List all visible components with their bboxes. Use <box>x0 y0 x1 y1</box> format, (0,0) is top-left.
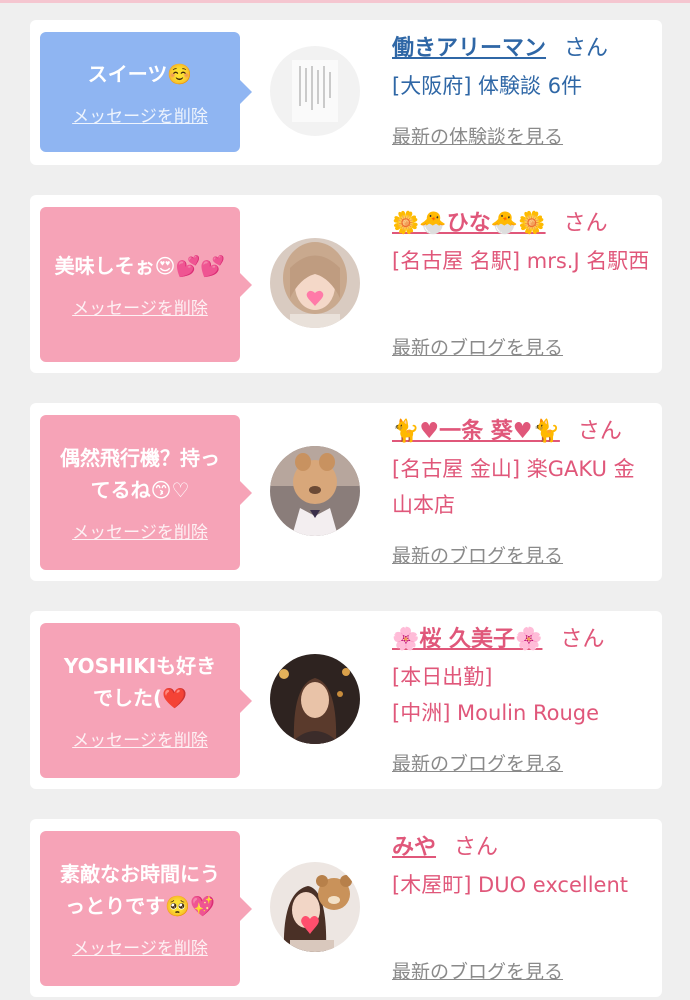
avatar[interactable] <box>270 862 360 952</box>
sender-info: 働きアリーマン さん [大阪府] 体験談 6件 <box>392 32 654 104</box>
sender-name[interactable]: 働きアリーマン <box>392 36 546 61</box>
latest-post-link[interactable]: 最新のブログを見る <box>392 749 563 776</box>
sender-detail: [名古屋 金山] 楽GAKU 金山本店 <box>392 457 635 517</box>
message-bubble: スイーツ☺️ メッセージを削除 <box>40 32 252 152</box>
sender-name[interactable]: みや <box>392 835 436 860</box>
avatar[interactable] <box>270 654 360 744</box>
message-bubble: 偶然飛行機？持ってるね😙♡ メッセージを削除 <box>40 415 252 570</box>
message-card: 美味しそぉ😍💕💕 メッセージを削除 🌼🐣ひな🐣🌼 さん [名古屋 名駅] mrs.… <box>30 195 662 373</box>
delete-message-link[interactable]: メッセージを削除 <box>72 102 208 127</box>
latest-post-link[interactable]: 最新のブログを見る <box>392 333 563 360</box>
delete-message-link[interactable]: メッセージを削除 <box>72 934 208 959</box>
avatar-image <box>270 654 360 744</box>
delete-message-link[interactable]: メッセージを削除 <box>72 726 208 751</box>
sender-detail: [中洲] Moulin Rouge <box>392 701 600 725</box>
sender-detail: [木屋町] DUO excellent <box>392 873 629 897</box>
message-card: YOSHIKIも好きでした(❤️ メッセージを削除 🌸桜 久美子🌸 さん [本日出… <box>30 611 662 789</box>
sender-info: 🌼🐣ひな🐣🌼 さん [名古屋 名駅] mrs.J 名駅西 <box>392 207 654 279</box>
avatar-image <box>270 46 360 136</box>
message-bubble: YOSHIKIも好きでした(❤️ メッセージを削除 <box>40 623 252 778</box>
honorific: さん <box>564 36 609 61</box>
sender-info: 🐈♥一条 葵♥🐈 さん [名古屋 金山] 楽GAKU 金山本店 <box>392 415 654 523</box>
message-bubble: 素敵なお時間にうっとりです🥺💖 メッセージを削除 <box>40 831 252 986</box>
avatar-image <box>270 862 360 952</box>
honorific: さん <box>560 627 605 652</box>
delete-message-link[interactable]: メッセージを削除 <box>72 518 208 543</box>
delete-message-link[interactable]: メッセージを削除 <box>72 294 208 319</box>
sender-info: みや さん [木屋町] DUO excellent <box>392 831 654 903</box>
message-text: スイーツ☺️ <box>87 61 193 86</box>
message-list: スイーツ☺️ メッセージを削除 働きアリーマン さん [大阪府] 体験談 6件 … <box>30 20 662 997</box>
sender-name[interactable]: 🌼🐣ひな🐣🌼 <box>392 211 546 236</box>
latest-post-link[interactable]: 最新のブログを見る <box>392 957 563 984</box>
latest-post-link[interactable]: 最新の体験談を見る <box>392 122 563 149</box>
sender-name[interactable]: 🐈♥一条 葵♥🐈 <box>392 419 560 444</box>
message-bubble: 美味しそぉ😍💕💕 メッセージを削除 <box>40 207 252 362</box>
top-divider <box>0 0 690 3</box>
message-card: 偶然飛行機？持ってるね😙♡ メッセージを削除 🐈♥一条 葵♥🐈 さん [名古屋 金… <box>30 403 662 581</box>
latest-post-link[interactable]: 最新のブログを見る <box>392 541 563 568</box>
avatar[interactable] <box>270 446 360 536</box>
avatar-image <box>270 446 360 536</box>
message-card: スイーツ☺️ メッセージを削除 働きアリーマン さん [大阪府] 体験談 6件 … <box>30 20 662 165</box>
message-text: 素敵なお時間にうっとりです🥺💖 <box>60 862 220 918</box>
message-card: 素敵なお時間にうっとりです🥺💖 メッセージを削除 みや さん [木屋町] DUO … <box>30 819 662 997</box>
sender-name[interactable]: 🌸桜 久美子🌸 <box>392 627 542 652</box>
message-text: YOSHIKIも好きでした(❤️ <box>63 654 217 710</box>
honorific: さん <box>563 211 608 236</box>
honorific: さん <box>577 419 622 444</box>
sender-detail: [名古屋 名駅] mrs.J 名駅西 <box>392 249 650 273</box>
sender-info: 🌸桜 久美子🌸 さん [本日出勤] [中洲] Moulin Rouge <box>392 623 654 731</box>
avatar[interactable] <box>270 238 360 328</box>
honorific: さん <box>454 835 499 860</box>
sender-detail: [本日出勤] <box>392 665 493 689</box>
avatar[interactable] <box>270 46 360 136</box>
avatar-image <box>270 238 360 328</box>
message-text: 偶然飛行機？持ってるね😙♡ <box>60 446 220 502</box>
message-text: 美味しそぉ😍💕💕 <box>54 254 226 278</box>
sender-detail: [大阪府] 体験談 6件 <box>392 74 583 98</box>
